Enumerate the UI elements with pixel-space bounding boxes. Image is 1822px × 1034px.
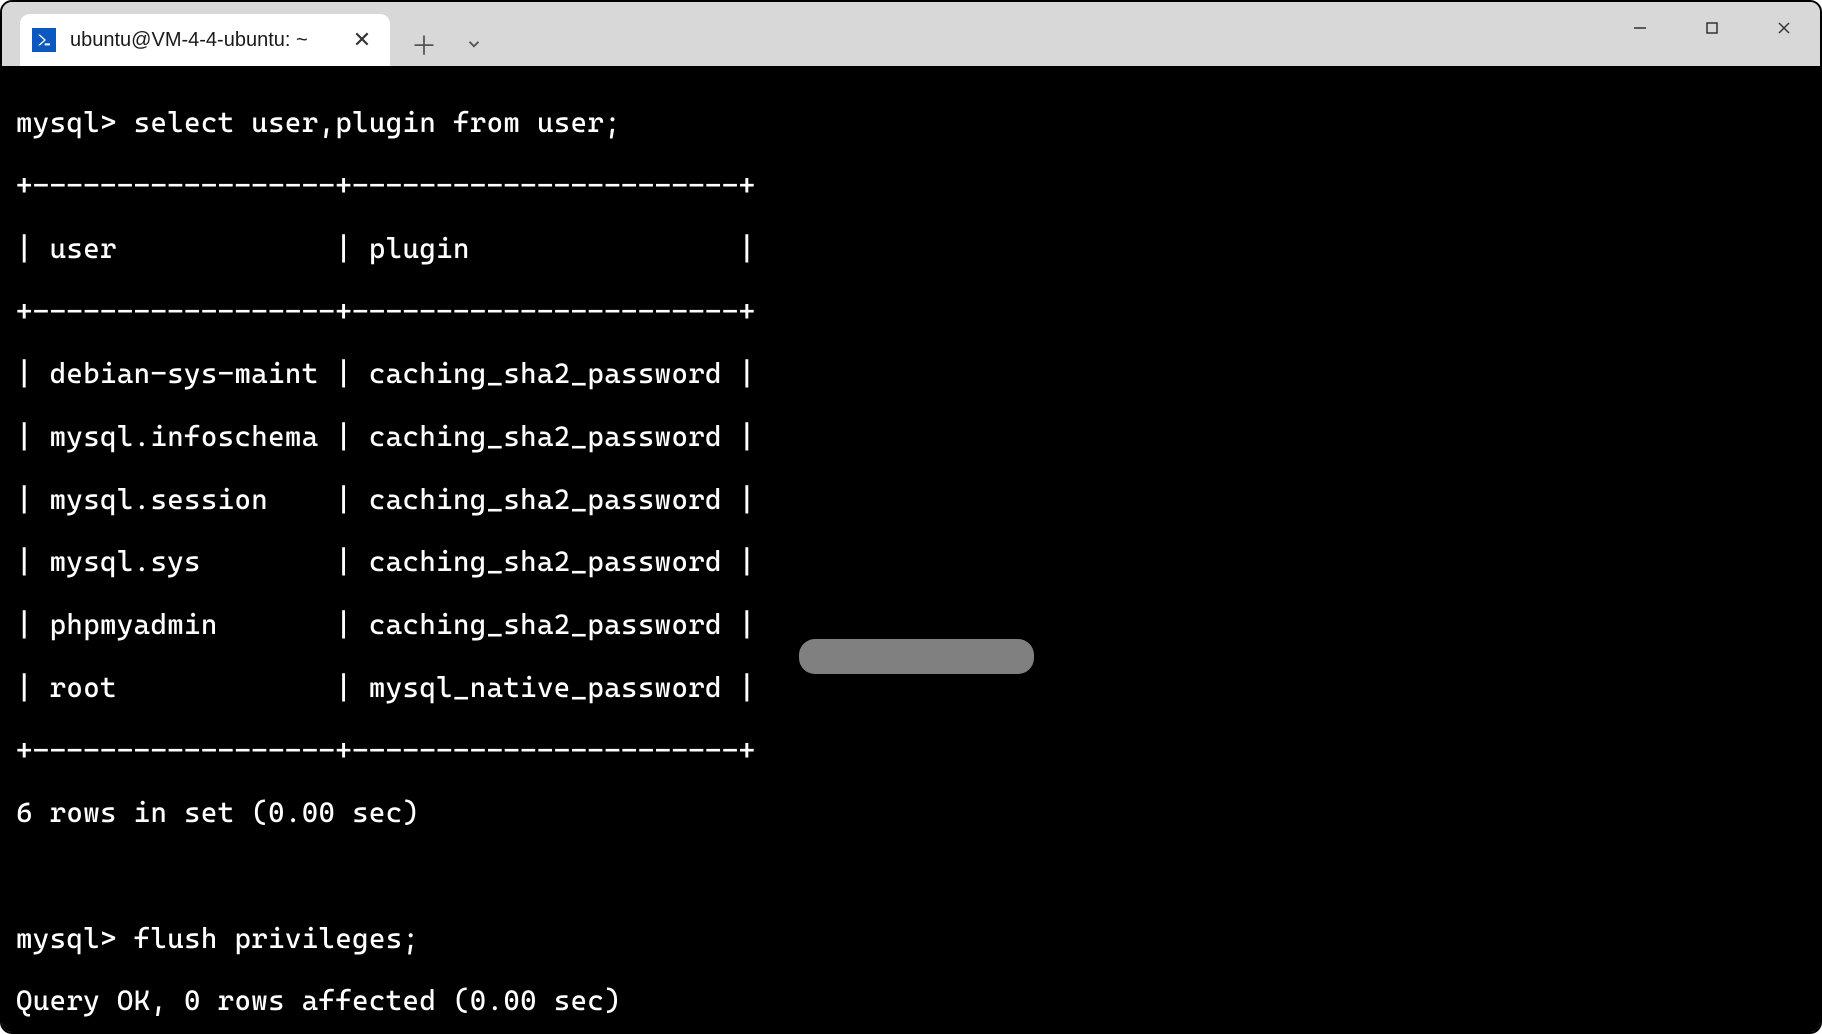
close-icon: ✕ bbox=[353, 27, 371, 53]
close-tab-button[interactable]: ✕ bbox=[348, 26, 376, 54]
command: flush privileges; bbox=[134, 922, 420, 955]
maximize-icon bbox=[1705, 21, 1719, 35]
maximize-button[interactable] bbox=[1676, 2, 1748, 54]
table-header: | user | plugin | bbox=[16, 233, 1806, 264]
table-row: | mysql.infoschema | caching_sha2_passwo… bbox=[16, 421, 1806, 452]
tab-strip: ubuntu@VM-4-4-ubuntu: ~ ✕ ＋ bbox=[2, 2, 496, 66]
chevron-down-icon bbox=[465, 35, 483, 53]
terminal-content[interactable]: mysql> select user,plugin from user; +--… bbox=[2, 66, 1820, 1032]
tab-active[interactable]: ubuntu@VM-4-4-ubuntu: ~ ✕ bbox=[20, 14, 390, 66]
prompt: mysql> bbox=[16, 922, 117, 955]
table-border: +------------------+--------------------… bbox=[16, 735, 1806, 766]
window-controls bbox=[1604, 2, 1820, 54]
table-row: | debian-sys-maint | caching_sha2_passwo… bbox=[16, 358, 1806, 389]
result-text: Query OK, 0 rows affected (0.00 sec) bbox=[16, 985, 1806, 1016]
titlebar: ubuntu@VM-4-4-ubuntu: ~ ✕ ＋ bbox=[2, 2, 1820, 66]
terminal-window: ubuntu@VM-4-4-ubuntu: ~ ✕ ＋ bbox=[0, 0, 1822, 1034]
table-row: | mysql.session | caching_sha2_password … bbox=[16, 484, 1806, 515]
prompt: mysql> bbox=[16, 106, 117, 139]
table-row: | mysql.sys | caching_sha2_password | bbox=[16, 546, 1806, 577]
close-window-button[interactable] bbox=[1748, 2, 1820, 54]
powershell-icon bbox=[32, 28, 56, 52]
minimize-button[interactable] bbox=[1604, 2, 1676, 54]
redaction-overlay bbox=[799, 639, 1034, 674]
new-tab-button[interactable]: ＋ bbox=[402, 22, 446, 66]
table-border: +------------------+--------------------… bbox=[16, 296, 1806, 327]
plus-icon: ＋ bbox=[411, 26, 437, 63]
term-line: mysql> select user,plugin from user; bbox=[16, 107, 1806, 138]
tab-title: ubuntu@VM-4-4-ubuntu: ~ bbox=[70, 29, 334, 52]
table-row: | root | mysql_native_password | bbox=[16, 672, 1806, 703]
close-icon bbox=[1776, 20, 1792, 36]
term-line: mysql> flush privileges; bbox=[16, 923, 1806, 954]
minimize-icon bbox=[1632, 20, 1648, 36]
blank-line bbox=[16, 860, 1806, 891]
table-row: | phpmyadmin | caching_sha2_password | bbox=[16, 609, 1806, 640]
tab-dropdown-button[interactable] bbox=[452, 22, 496, 66]
table-border: +------------------+--------------------… bbox=[16, 170, 1806, 201]
command: select user,plugin from user; bbox=[134, 106, 621, 139]
result-text: 6 rows in set (0.00 sec) bbox=[16, 797, 1806, 828]
